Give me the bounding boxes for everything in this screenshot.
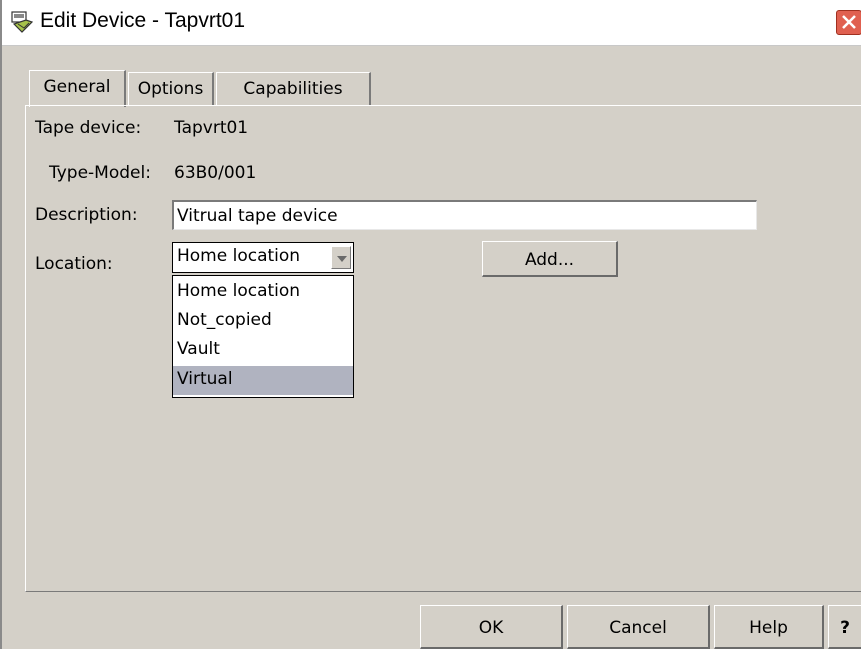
chevron-down-icon xyxy=(337,256,347,262)
type-model-value: 63B0/001 xyxy=(174,163,257,183)
description-label: Description: xyxy=(35,205,138,225)
tab-general[interactable]: General xyxy=(29,70,126,107)
edit-device-dialog: Edit Device - Tapvrt01 General Options C… xyxy=(0,0,861,649)
location-option-not-copied[interactable]: Not_copied xyxy=(173,307,353,336)
help-button[interactable]: Help xyxy=(714,605,824,649)
tape-device-icon xyxy=(10,10,36,34)
title-bar: Edit Device - Tapvrt01 xyxy=(2,0,861,46)
close-button[interactable] xyxy=(836,10,861,35)
location-option-vault[interactable]: Vault xyxy=(173,336,353,365)
location-selected-value: Home location xyxy=(177,246,301,266)
tab-options[interactable]: Options xyxy=(128,72,214,106)
location-option-home[interactable]: Home location xyxy=(173,278,353,307)
type-model-label: Type-Model: xyxy=(49,163,151,183)
tab-capabilities[interactable]: Capabilities xyxy=(216,72,371,106)
ok-button[interactable]: OK xyxy=(420,605,563,649)
close-icon xyxy=(842,15,856,29)
cancel-button[interactable]: Cancel xyxy=(567,605,710,649)
window-title: Edit Device - Tapvrt01 xyxy=(40,9,246,32)
location-dropdown-list: Home location Not_copied Vault Virtual xyxy=(172,275,354,398)
tape-device-label: Tape device: xyxy=(35,118,142,138)
tape-device-value: Tapvrt01 xyxy=(174,118,249,138)
description-field[interactable] xyxy=(172,200,757,230)
whats-this-button[interactable]: ? xyxy=(828,605,861,649)
location-dropdown-button[interactable] xyxy=(331,246,351,269)
add-location-button[interactable]: Add... xyxy=(482,241,618,277)
location-label: Location: xyxy=(35,254,113,274)
location-option-virtual[interactable]: Virtual xyxy=(173,366,353,395)
location-select[interactable]: Home location xyxy=(172,242,354,273)
